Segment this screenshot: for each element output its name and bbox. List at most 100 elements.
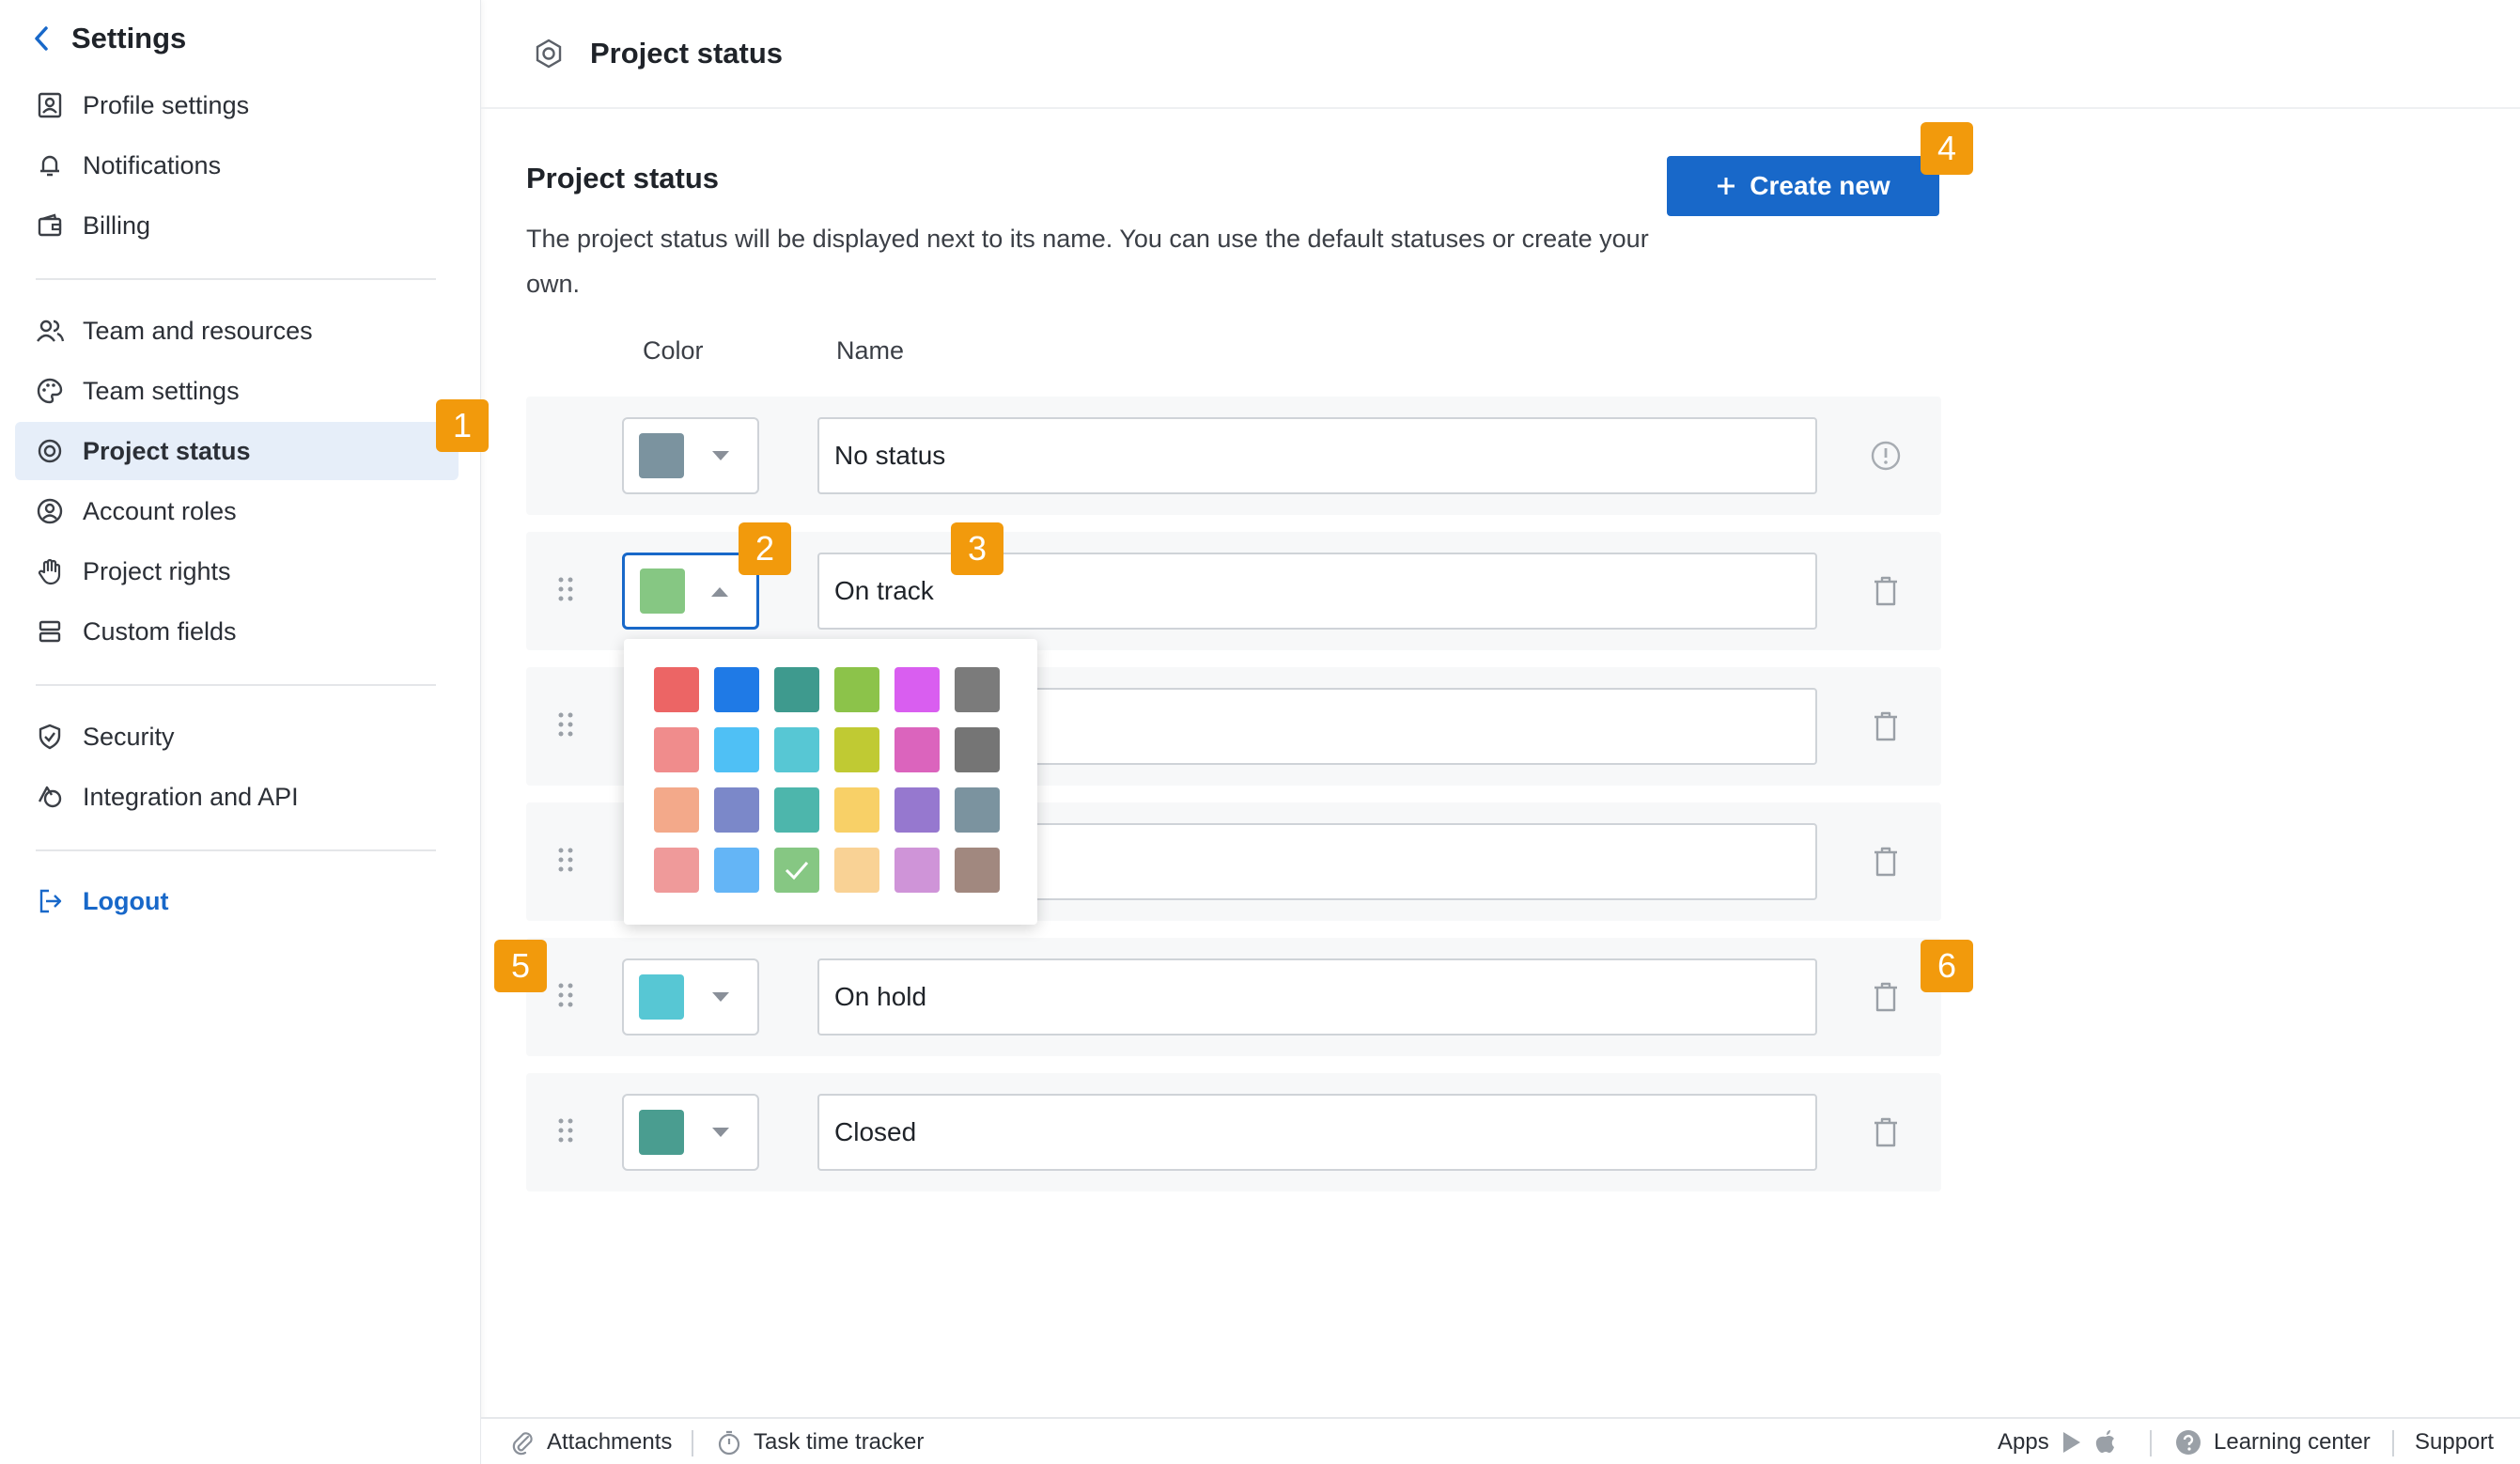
color-select[interactable] bbox=[622, 1094, 759, 1171]
palette-color-swatch[interactable] bbox=[834, 848, 879, 893]
palette-color-swatch[interactable] bbox=[894, 848, 940, 893]
time-tracker-label: Task time tracker bbox=[754, 1429, 925, 1455]
color-swatch bbox=[639, 1110, 684, 1155]
marker-4: 4 bbox=[1921, 122, 1973, 175]
sidebar-item-billing[interactable]: Billing bbox=[15, 196, 459, 255]
palette-color-swatch[interactable] bbox=[714, 667, 759, 712]
sidebar-item-project-status[interactable]: Project status bbox=[15, 422, 459, 480]
sidebar-divider bbox=[36, 849, 436, 851]
footer-divider bbox=[692, 1430, 693, 1456]
sidebar-item-profile-settings[interactable]: Profile settings bbox=[15, 76, 459, 134]
drag-handle-icon[interactable] bbox=[556, 575, 575, 603]
task-time-tracker-button[interactable]: Task time tracker bbox=[716, 1419, 924, 1464]
logout-icon bbox=[34, 885, 66, 917]
drag-handle-icon[interactable] bbox=[556, 846, 575, 874]
palette-color-swatch[interactable] bbox=[654, 787, 699, 833]
palette-color-swatch[interactable] bbox=[774, 787, 819, 833]
palette-color-swatch[interactable] bbox=[714, 727, 759, 772]
palette-color-swatch[interactable] bbox=[955, 787, 1000, 833]
sidebar-item-label: Billing bbox=[83, 210, 151, 240]
sidebar-item-label: Notifications bbox=[83, 150, 222, 179]
palette-color-swatch[interactable] bbox=[714, 787, 759, 833]
custom-fields-icon bbox=[34, 615, 66, 647]
palette-color-swatch[interactable] bbox=[894, 787, 940, 833]
info-icon[interactable] bbox=[1866, 436, 1906, 475]
color-swatch bbox=[640, 568, 685, 614]
marker-1: 1 bbox=[436, 399, 489, 452]
section-description: The project status will be displayed nex… bbox=[526, 225, 1649, 298]
drag-handle-icon[interactable] bbox=[556, 1116, 575, 1145]
chevron-down-icon bbox=[712, 451, 729, 460]
create-new-button[interactable]: Create new bbox=[1667, 156, 1939, 216]
column-header-color: Color bbox=[643, 336, 704, 365]
sidebar-divider bbox=[36, 278, 436, 280]
marker-5: 5 bbox=[494, 940, 547, 992]
learning-center-button[interactable]: Learning center bbox=[2174, 1419, 2371, 1464]
trash-icon[interactable] bbox=[1866, 571, 1906, 611]
palette-color-swatch[interactable] bbox=[955, 848, 1000, 893]
palette-color-swatch[interactable] bbox=[894, 727, 940, 772]
trash-icon[interactable] bbox=[1866, 977, 1906, 1017]
sidebar-item-notifications[interactable]: Notifications bbox=[15, 136, 459, 195]
paperclip-icon bbox=[512, 1432, 533, 1456]
palette-color-swatch[interactable] bbox=[654, 667, 699, 712]
status-name-input[interactable] bbox=[817, 417, 1817, 494]
back-arrow-icon[interactable] bbox=[23, 20, 60, 57]
sidebar-item-security[interactable]: Security bbox=[15, 708, 459, 766]
palette-color-swatch[interactable] bbox=[894, 667, 940, 712]
help-icon bbox=[2176, 1430, 2201, 1455]
drag-handle-icon[interactable] bbox=[556, 710, 575, 739]
marker-3: 3 bbox=[951, 522, 1003, 575]
marker-2: 2 bbox=[739, 522, 791, 575]
sidebar-item-label: Team settings bbox=[83, 376, 240, 405]
palette-color-swatch[interactable] bbox=[654, 727, 699, 772]
drag-handle-icon[interactable] bbox=[556, 981, 575, 1009]
sidebar-item-label: Account roles bbox=[83, 496, 237, 525]
palette-color-swatch[interactable] bbox=[955, 667, 1000, 712]
attachments-button[interactable]: Attachments bbox=[509, 1419, 672, 1464]
trash-icon[interactable] bbox=[1866, 1113, 1906, 1152]
sidebar-item-account-roles[interactable]: Account roles bbox=[15, 482, 459, 540]
palette-color-swatch[interactable] bbox=[834, 727, 879, 772]
section-title: Project status bbox=[526, 162, 720, 195]
sidebar-item-integration-and-api[interactable]: Integration and API bbox=[15, 768, 459, 826]
footer-divider bbox=[2150, 1430, 2152, 1456]
status-name-input[interactable] bbox=[817, 958, 1817, 1036]
status-name-input[interactable] bbox=[817, 1094, 1817, 1171]
sidebar-item-custom-fields[interactable]: Custom fields bbox=[15, 602, 459, 661]
palette-color-swatch[interactable] bbox=[774, 667, 819, 712]
support-label: Support bbox=[2415, 1429, 2495, 1455]
attachments-label: Attachments bbox=[547, 1429, 673, 1455]
chevron-up-icon bbox=[711, 587, 728, 597]
palette-color-swatch[interactable] bbox=[774, 848, 819, 893]
palette-color-swatch[interactable] bbox=[714, 848, 759, 893]
wallet-icon bbox=[34, 210, 66, 241]
support-button[interactable]: Support bbox=[2415, 1419, 2494, 1464]
profile-icon bbox=[34, 89, 66, 121]
sidebar-item-team-and-resources[interactable]: Team and resources bbox=[15, 302, 459, 360]
trash-icon[interactable] bbox=[1866, 707, 1906, 746]
logout-button[interactable]: Logout bbox=[15, 872, 459, 930]
sidebar-item-team-settings[interactable]: Team settings bbox=[15, 362, 459, 420]
footer-divider bbox=[2392, 1430, 2394, 1456]
palette-color-swatch[interactable] bbox=[955, 727, 1000, 772]
palette-color-swatch[interactable] bbox=[654, 848, 699, 893]
color-swatch bbox=[639, 974, 684, 1020]
palette-color-swatch[interactable] bbox=[834, 787, 879, 833]
apps-button[interactable]: Apps bbox=[1998, 1419, 2117, 1464]
palette-color-swatch[interactable] bbox=[834, 667, 879, 712]
logout-label: Logout bbox=[83, 886, 169, 915]
sidebar-item-project-rights[interactable]: Project rights bbox=[15, 542, 459, 600]
status-row bbox=[526, 397, 1941, 515]
plus-icon bbox=[1718, 178, 1735, 195]
color-select[interactable] bbox=[622, 958, 759, 1036]
bell-icon bbox=[34, 149, 66, 181]
play-store-icon bbox=[2062, 1432, 2080, 1453]
page-title: Project status bbox=[590, 37, 784, 70]
palette-color-swatch[interactable] bbox=[774, 727, 819, 772]
sidebar-item-label: Team and resources bbox=[83, 316, 313, 345]
color-select[interactable] bbox=[622, 417, 759, 494]
sidebar-item-label: Project status bbox=[83, 436, 251, 465]
trash-icon[interactable] bbox=[1866, 842, 1906, 881]
sidebar-divider bbox=[36, 684, 436, 686]
